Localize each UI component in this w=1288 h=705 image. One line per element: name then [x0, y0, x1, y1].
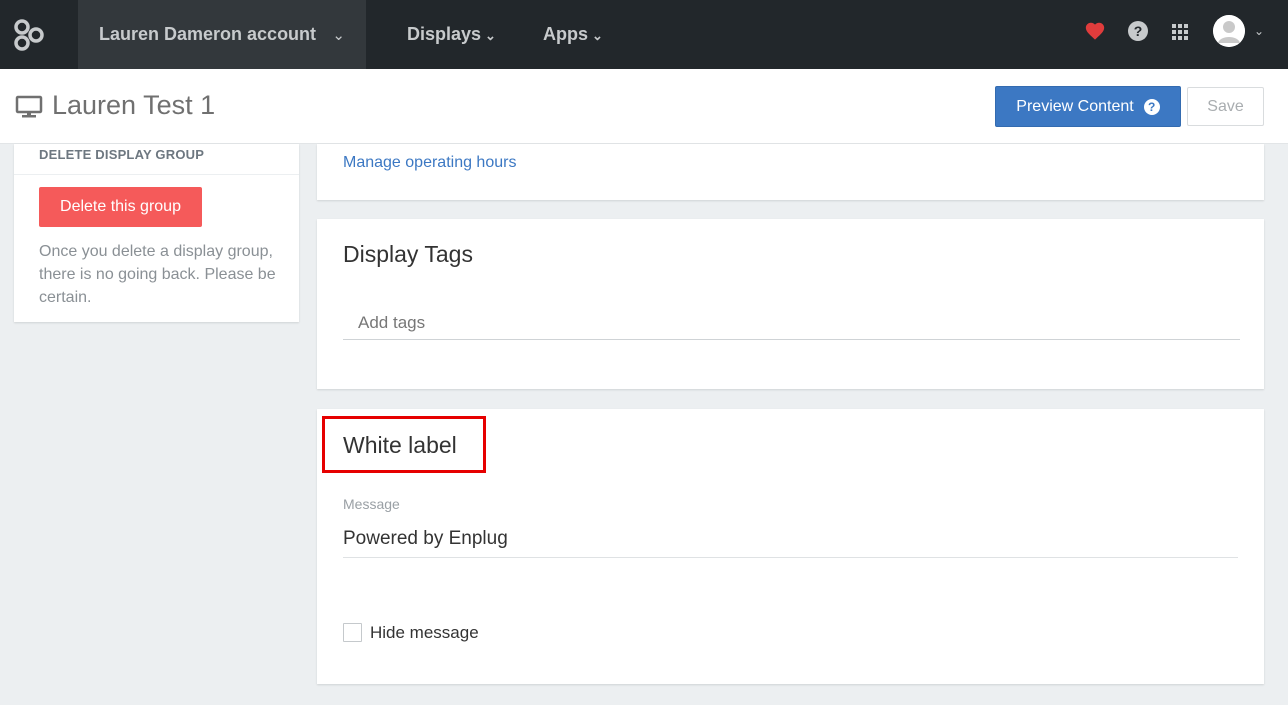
help-icon[interactable]: ? — [1143, 98, 1160, 115]
display-tags-title: Display Tags — [343, 241, 473, 267]
operating-hours-card: Manage operating hours — [317, 144, 1264, 200]
delete-group-heading: DELETE DISPLAY GROUP — [39, 147, 205, 162]
monitor-icon — [15, 95, 43, 119]
add-tags-input[interactable] — [343, 307, 1240, 340]
page-title: Lauren Test 1 — [52, 90, 216, 120]
hide-message-label[interactable]: Hide message — [370, 623, 479, 643]
white-label-card: White label Message Hide message — [317, 409, 1264, 684]
chevron-down-icon: ⌄ — [332, 27, 345, 44]
preview-content-label: Preview Content — [1016, 97, 1134, 115]
save-button[interactable]: Save — [1187, 87, 1264, 126]
preview-content-button[interactable]: Preview Content ? — [995, 86, 1181, 127]
apps-grid-icon[interactable] — [1172, 24, 1188, 40]
chevron-down-icon: ⌄ — [592, 28, 603, 43]
manage-operating-hours-link[interactable]: Manage operating hours — [343, 154, 516, 172]
hide-message-checkbox[interactable] — [343, 623, 362, 642]
message-input[interactable] — [343, 520, 1238, 558]
divider — [14, 174, 299, 175]
display-tags-card: Display Tags — [317, 219, 1264, 389]
heart-icon[interactable] — [1084, 20, 1106, 42]
delete-group-description: Once you delete a display group, there i… — [39, 243, 276, 306]
user-avatar[interactable] — [1213, 15, 1245, 47]
nav-displays-label: Displays — [407, 24, 482, 44]
nav-displays-menu[interactable]: Displays ⌄ — [407, 0, 496, 69]
top-navigation: Lauren Dameron account ⌄ Displays ⌄ Apps… — [0, 0, 1288, 69]
page-header: Lauren Test 1 Preview Content ? Save — [0, 69, 1288, 144]
chevron-down-icon: ⌄ — [485, 28, 496, 43]
message-label: Message — [343, 496, 400, 512]
white-label-title: White label — [343, 432, 457, 458]
nav-apps-label: Apps — [543, 24, 588, 44]
delete-group-button[interactable]: Delete this group — [39, 187, 202, 227]
account-name: Lauren Dameron account — [99, 24, 317, 44]
delete-group-panel: DELETE DISPLAY GROUP Delete this group O… — [14, 144, 299, 322]
help-icon[interactable]: ? — [1128, 21, 1148, 41]
nav-apps-menu[interactable]: Apps ⌄ — [543, 0, 603, 69]
account-switcher[interactable]: Lauren Dameron account ⌄ — [78, 0, 366, 69]
enplug-logo-icon[interactable] — [0, 0, 58, 69]
chevron-down-icon[interactable]: ⌄ — [1254, 24, 1264, 38]
